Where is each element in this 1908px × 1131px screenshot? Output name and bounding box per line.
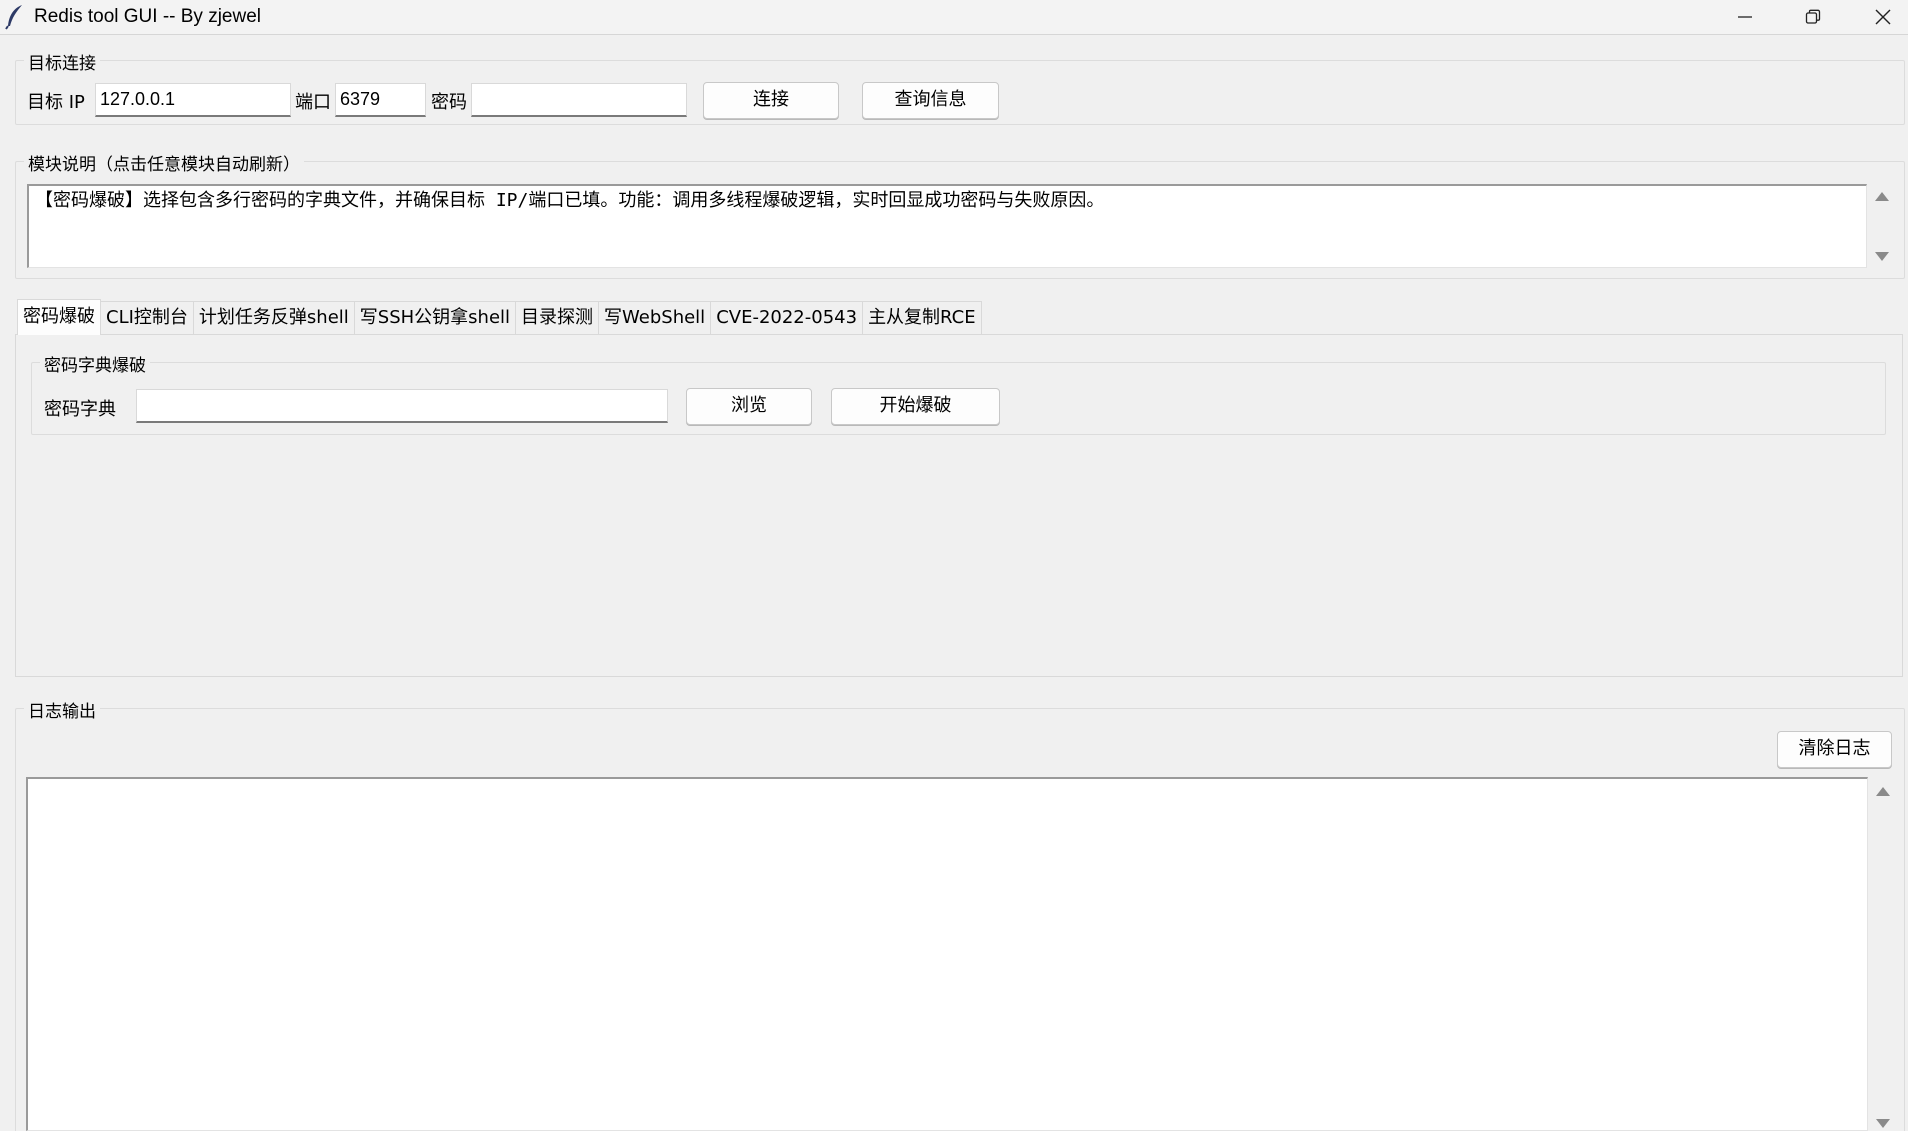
log-output-text[interactable]	[26, 777, 1868, 1131]
close-icon	[1875, 9, 1891, 25]
dict-path-input[interactable]	[136, 389, 668, 423]
port-label: 端口	[295, 92, 331, 113]
clear-log-button[interactable]: 清除日志	[1777, 731, 1892, 768]
module-info-text[interactable]: 【密码爆破】选择包含多行密码的字典文件，并确保目标 IP/端口已填。功能：调用多…	[27, 184, 1867, 268]
log-scroll-down-arrow[interactable]	[1876, 1119, 1890, 1128]
tab-cron-reverse-shell[interactable]: 计划任务反弹shell	[192, 301, 355, 335]
dict-label: 密码字典	[44, 399, 116, 420]
restore-icon	[1805, 9, 1821, 24]
log-scroll-up-arrow[interactable]	[1876, 787, 1890, 796]
connect-button[interactable]: 连接	[703, 82, 839, 119]
brute-legend: 密码字典爆破	[40, 351, 150, 376]
window-title: Redis tool GUI -- By zjewel	[34, 6, 262, 27]
module-info-scrollbar[interactable]	[1872, 184, 1892, 268]
minimize-icon	[1738, 16, 1752, 18]
tab-password-brute[interactable]: 密码爆破	[17, 299, 101, 335]
log-scrollbar[interactable]	[1873, 777, 1893, 1131]
tab-cli-console[interactable]: CLI控制台	[100, 301, 194, 335]
log-legend: 日志输出	[24, 697, 100, 722]
restore-button[interactable]	[1778, 0, 1848, 35]
title-bar: Redis tool GUI -- By zjewel	[0, 0, 1908, 35]
password-input[interactable]	[471, 83, 687, 117]
tab-webshell[interactable]: 写WebShell	[598, 301, 712, 335]
ip-input[interactable]	[95, 83, 291, 117]
tab-ssh-key-shell[interactable]: 写SSH公钥拿shell	[353, 301, 517, 335]
browse-button[interactable]: 浏览	[686, 388, 812, 425]
close-button[interactable]	[1848, 0, 1908, 35]
module-info-legend: 模块说明（点击任意模块自动刷新）	[24, 150, 304, 175]
scroll-up-arrow[interactable]	[1875, 192, 1889, 201]
scroll-down-arrow[interactable]	[1875, 252, 1889, 261]
ip-label: 目标 IP	[27, 92, 85, 113]
tab-dir-probe[interactable]: 目录探测	[515, 301, 600, 335]
tab-cve-2022-0543[interactable]: CVE-2022-0543	[710, 301, 864, 335]
start-brute-button[interactable]: 开始爆破	[831, 388, 1000, 425]
connection-legend: 目标连接	[24, 49, 100, 74]
query-info-button[interactable]: 查询信息	[862, 82, 999, 119]
port-input[interactable]	[335, 83, 426, 117]
module-tabs: 密码爆破 CLI控制台 计划任务反弹shell 写SSH公钥拿shell 目录探…	[17, 299, 982, 335]
password-label: 密码	[431, 92, 467, 113]
tab-master-slave-rce[interactable]: 主从复制RCE	[862, 301, 982, 335]
feather-icon	[5, 5, 22, 30]
minimize-button[interactable]	[1710, 0, 1780, 35]
